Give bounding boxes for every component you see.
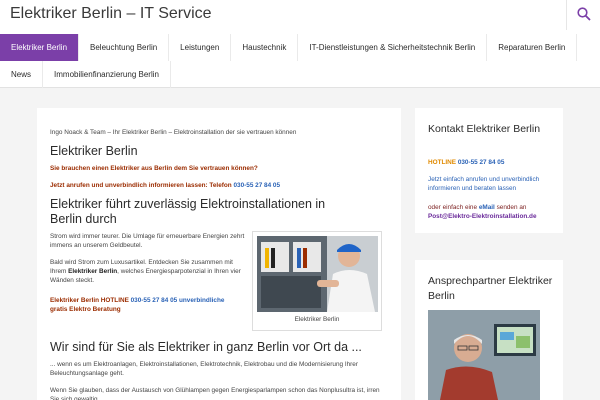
page-title: Elektriker Berlin bbox=[50, 144, 138, 158]
section-heading-vor-ort: Wir sind für Sie als Elektriker in ganz … bbox=[50, 340, 362, 354]
cta-text: Jetzt anrufen und unverbindlich informie… bbox=[50, 182, 234, 189]
nav-item-haustechnik[interactable]: Haustechnik bbox=[231, 34, 299, 61]
main-content: Ingo Noack & Team – Ihr Elektriker Berli… bbox=[37, 108, 401, 400]
contact-invite-text: Jetzt einfach anrufen und unverbindlich … bbox=[428, 176, 540, 192]
contact-person-title: Ansprechpartner Elektriker Berlin bbox=[428, 275, 553, 302]
contact-person-photo bbox=[428, 310, 540, 400]
breadcrumb: Ingo Noack & Team – Ihr Elektriker Berli… bbox=[50, 129, 297, 136]
nav-row-1: Elektriker Berlin Beleuchtung Berlin Lei… bbox=[0, 34, 578, 61]
hotline-beratung: gratis Elektro Beratung bbox=[50, 306, 121, 313]
paragraph-elektroanlagen: ... wenn es um Elektroanlagen, Elektroin… bbox=[50, 361, 358, 377]
nav-row-2: News Immobilienfinanzierung Berlin bbox=[0, 61, 171, 88]
main-navigation: Elektriker Berlin Beleuchtung Berlin Lei… bbox=[0, 34, 600, 88]
call-to-action: Jetzt anrufen und unverbindlich informie… bbox=[50, 181, 390, 190]
hotline-line: HOTLINE 030-55 27 84 05 bbox=[428, 158, 553, 167]
nav-item-beleuchtung-berlin[interactable]: Beleuchtung Berlin bbox=[79, 34, 170, 61]
site-title[interactable]: Elektriker Berlin – IT Service bbox=[10, 5, 212, 23]
search-icon bbox=[577, 7, 591, 21]
figure-caption: Elektriker Berlin bbox=[294, 316, 340, 323]
section-heading-elektroinstallationen: Elektriker führt zuverlässig Elektroinst… bbox=[50, 197, 326, 226]
nav-item-reparaturen-berlin[interactable]: Reparaturen Berlin bbox=[487, 34, 578, 61]
paragraph-energiesparen: Bald wird Strom zum Luxusartikel. Entdec… bbox=[50, 259, 241, 284]
contact-widget: Kontakt Elektriker Berlin HOTLINE 030-55… bbox=[415, 108, 563, 233]
nav-item-immobilienfinanzierung[interactable]: Immobilienfinanzierung Berlin bbox=[43, 61, 171, 88]
hotline-number-link[interactable]: 030-55 27 84 05 bbox=[458, 159, 505, 166]
hotline-paragraph: Elektriker Berlin HOTLINE 030-55 27 84 0… bbox=[50, 296, 250, 314]
contact-widget-title: Kontakt Elektriker Berlin bbox=[428, 123, 541, 135]
electrician-figure: Elektriker Berlin bbox=[252, 231, 382, 331]
hotline-phone-link[interactable]: 030-55 27 84 05 unverbindliche bbox=[131, 297, 225, 304]
hotline-label: HOTLINE bbox=[428, 159, 458, 166]
search-button[interactable] bbox=[566, 0, 600, 30]
person-photo bbox=[428, 310, 540, 400]
hotline-label: Elektriker Berlin HOTLINE bbox=[50, 297, 131, 304]
nav-item-it-dienstleistungen[interactable]: IT-Dienstleistungen & Sicherheitstechnik… bbox=[298, 34, 488, 61]
nav-item-elektriker-berlin[interactable]: Elektriker Berlin bbox=[0, 34, 80, 61]
electrician-photo[interactable] bbox=[257, 236, 378, 312]
email-intro: oder einfach eine eMail senden an bbox=[428, 204, 527, 211]
nav-item-leistungen[interactable]: Leistungen bbox=[169, 34, 232, 61]
paragraph-energiesparlampen: Wenn Sie glauben, dass der Austausch von… bbox=[50, 387, 380, 400]
paragraph-strompreis: Strom wird immer teurer. Die Umlage für … bbox=[50, 233, 245, 249]
cta-phone-link[interactable]: 030-55 27 84 05 bbox=[233, 182, 280, 189]
lead-question: Sie brauchen einen Elektriker aus Berlin… bbox=[50, 165, 258, 172]
site-header: Elektriker Berlin – IT Service bbox=[0, 0, 600, 34]
nav-item-news[interactable]: News bbox=[0, 61, 44, 88]
email-link[interactable]: Post@Elektro-Elektroinstallation.de bbox=[428, 212, 553, 221]
contact-person-widget: Ansprechpartner Elektriker Berlin bbox=[415, 260, 563, 400]
